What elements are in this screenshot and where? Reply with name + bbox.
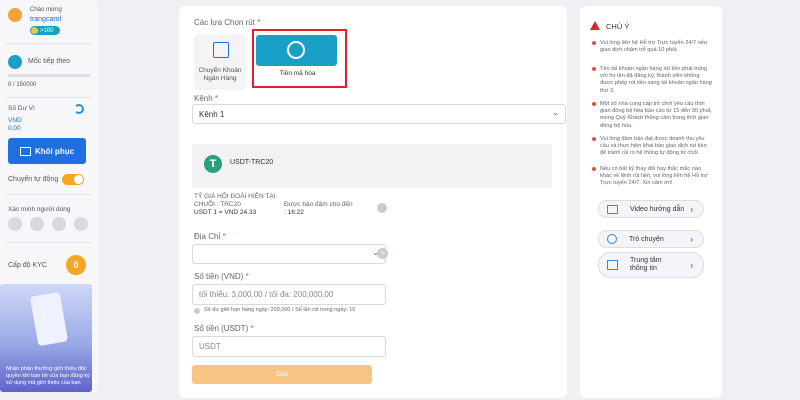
video-guide-label: Video hướng dẫn [630, 205, 685, 213]
option-crypto[interactable]: Tiền mã hóa [252, 29, 347, 88]
amount-vnd-input[interactable]: tối thiểu: 3,000.00 / tối đa: 200,000.00 [192, 284, 386, 305]
option-label-crypto: Tiền mã hóa [279, 70, 316, 77]
coin-card: T USDT-TRC20 [192, 144, 552, 188]
verify-id-icon[interactable] [52, 217, 66, 231]
rate-value: USDT 1 = VND 24.33 [194, 209, 257, 216]
refresh-icon[interactable] [74, 104, 84, 114]
chat-icon [607, 234, 617, 244]
username: trangcarol [30, 16, 62, 23]
limit-note: Số dư giới hạn hàng ngày: 200,000 / Số l… [204, 307, 356, 313]
guarantee-label: Được bảo đảm cho đến [284, 201, 353, 208]
wallet-icon [19, 146, 31, 156]
amount-vnd-label: Số tiền (VND) * [194, 272, 249, 281]
coin-name: USDT-TRC20 [230, 159, 274, 166]
limit-check-icon [194, 308, 200, 314]
bullet-icon [592, 67, 596, 71]
rate-title: TỶ GIÁ HỐI ĐOÁI HIỆN TẠI [194, 193, 276, 200]
notice-item: Tên tài khoản ngân hàng rút tiền phải tr… [592, 66, 712, 95]
chevron-down-icon: ⌄ [552, 108, 559, 117]
greeting: Chào mừng [30, 7, 62, 13]
vip-badge: >100 [30, 26, 60, 35]
crown-icon [31, 27, 38, 34]
info-center-label: Trung tâm thông tin [630, 257, 662, 272]
verify-phone-icon[interactable] [8, 217, 22, 231]
verify-bank-icon[interactable] [74, 217, 88, 231]
chat-button[interactable]: Trò chuyện › [598, 230, 704, 248]
info-center-icon [607, 260, 618, 270]
sidebar: Chào mừng trangcarol >100 Mốc tiếp theo … [0, 0, 98, 392]
bullet-icon [592, 102, 596, 106]
bullet-icon [592, 137, 596, 141]
milestone-icon [8, 55, 22, 69]
balance-label: Số Dư Ví [8, 105, 35, 112]
verify-label: Xác minh người dùng [8, 206, 71, 213]
kyc-level-badge: 0 [66, 255, 86, 275]
option-label-bank: Chuyển Khoản Ngân Hàng [198, 67, 242, 82]
progress-text: 0 / 150000 [8, 82, 37, 88]
guarantee-time: : 16:22 [284, 209, 304, 216]
referral-banner[interactable]: Nhận phần thưởng giới thiệu độc quyền kh… [0, 284, 92, 392]
add-address-icon[interactable]: + [377, 248, 388, 259]
channel-value: Kênh 1 [199, 109, 225, 119]
currency: VND [8, 117, 22, 124]
phone-illustration-icon [29, 291, 69, 347]
amount-vnd-placeholder: tối thiểu: 3,000.00 / tối đa: 200,000.00 [199, 290, 334, 299]
withdraw-panel: Các lựa Chọn rút * Chuyển Khoản Ngân Hàn… [179, 6, 567, 398]
notice-title: CHÚ Ý [606, 22, 630, 31]
verify-email-icon[interactable] [30, 217, 44, 231]
restore-label: Khôi phục [34, 146, 75, 156]
submit-label: Gửi [276, 371, 288, 378]
amount-usdt-placeholder: USDT [199, 342, 221, 351]
bullet-icon [592, 41, 596, 45]
address-select[interactable]: ⌄ [192, 244, 386, 264]
amount-usdt-label: Số tiền (USDT) * [194, 324, 254, 333]
auto-transfer-toggle[interactable] [62, 174, 84, 185]
notice-item: Vui lòng đảm bảo đạt được doanh thu yêu … [592, 136, 712, 158]
chain-label: CHUỖI : TRC20 [194, 201, 241, 208]
toggle-knob [74, 175, 83, 184]
option-bank-transfer[interactable]: Chuyển Khoản Ngân Hàng [194, 34, 246, 90]
chevron-right-icon: › [690, 260, 693, 270]
crypto-coin-icon [287, 41, 305, 59]
submit-button[interactable]: Gửi [192, 365, 372, 384]
avatar[interactable] [8, 8, 22, 22]
badge-text: >100 [40, 27, 54, 34]
crypto-tile [256, 35, 337, 66]
kyc-label: Cấp độ KYC [8, 262, 47, 269]
promo-text: Nhận phần thưởng giới thiệu độc quyền kh… [6, 366, 90, 386]
options-label: Các lựa Chọn rút * [194, 18, 261, 27]
chat-label: Trò chuyện [629, 235, 664, 243]
address-label: Địa Chỉ * [194, 232, 226, 241]
rate-refresh-icon[interactable] [377, 203, 387, 213]
balance-value: 0.00 [8, 125, 21, 132]
progress-bar [8, 74, 90, 77]
auto-transfer-label: Chuyển tự động [8, 176, 59, 183]
warning-icon [590, 21, 600, 30]
kyc-level: 0 [73, 260, 79, 270]
video-icon [607, 204, 618, 214]
milestone-label: Mốc tiếp theo [28, 58, 71, 65]
notice-item: Vui lòng liên hệ Hỗ trợ Trực tuyến 24/7 … [592, 40, 712, 54]
tether-icon: T [204, 155, 222, 173]
bank-icon [213, 42, 229, 58]
channel-label: Kênh * [194, 94, 219, 103]
bullet-icon [592, 167, 596, 171]
chevron-right-icon: › [690, 204, 693, 214]
restore-button[interactable]: Khôi phục [8, 138, 86, 164]
chevron-right-icon: › [690, 234, 693, 244]
channel-select[interactable]: Kênh 1 ⌄ [192, 104, 566, 124]
notice-panel: CHÚ Ý Vui lòng liên hệ Hỗ trợ Trực tuyến… [580, 6, 722, 398]
amount-usdt-input[interactable]: USDT [192, 336, 386, 357]
notice-item: Nếu có bất kỳ thay đổi hay thắc mắc nào … [592, 166, 712, 188]
notice-item: Một số nhà cung cấp trò chơi yêu cầu thờ… [592, 101, 712, 130]
info-center-button[interactable]: Trung tâm thông tin › [598, 252, 704, 278]
video-guide-button[interactable]: Video hướng dẫn › [598, 200, 704, 218]
